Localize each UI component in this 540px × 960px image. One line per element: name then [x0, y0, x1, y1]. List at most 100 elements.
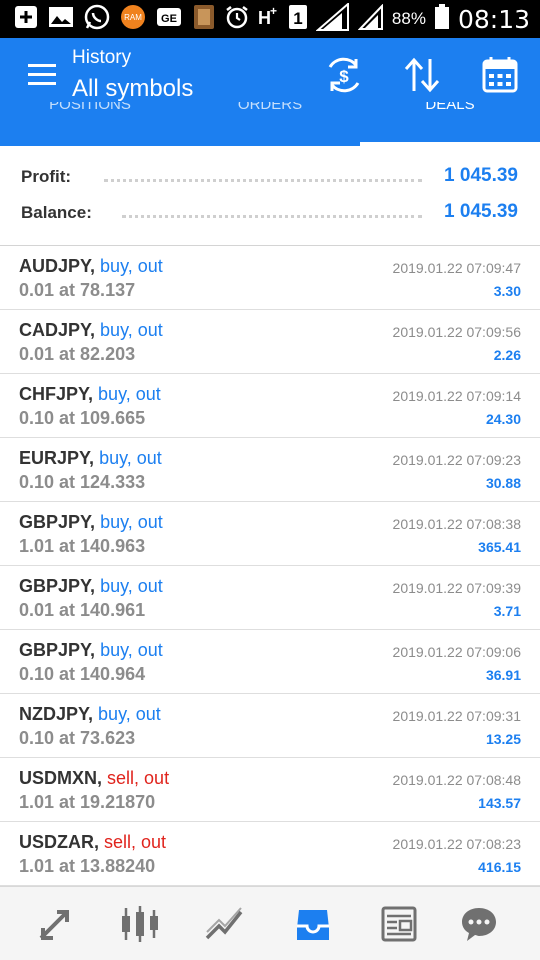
deal-time: 2019.01.22 07:08:23: [392, 836, 521, 852]
deal-row[interactable]: GBPJPY, buy, out 0.10 at 140.964 2019.01…: [0, 630, 540, 694]
history-inbox-icon[interactable]: [271, 887, 355, 960]
summary-panel: Profit: 1 045.39 Balance: 1 045.39: [0, 146, 540, 246]
book-icon: [192, 4, 216, 35]
deal-time: 2019.01.22 07:08:38: [392, 516, 521, 532]
page-title[interactable]: All symbols: [72, 75, 193, 103]
tab-label: ORDERS: [237, 102, 303, 113]
deal-row[interactable]: AUDJPY, buy, out 0.01 at 78.137 2019.01.…: [0, 246, 540, 310]
deal-time: 2019.01.22 07:08:48: [392, 772, 521, 788]
clock: 08:13: [457, 4, 530, 34]
currency-exchange-icon[interactable]: $: [322, 55, 366, 95]
deal-profit: 13.25: [485, 731, 521, 747]
gallery-icon: [48, 5, 74, 34]
deal-profit: 3.71: [493, 603, 521, 619]
deal-time: 2019.01.22 07:09:14: [392, 388, 521, 404]
app-bar: History All symbols $ POSITIONS ORDERS D…: [0, 38, 540, 146]
deal-row[interactable]: CADJPY, buy, out 0.01 at 82.203 2019.01.…: [0, 310, 540, 374]
deal-symbol: AUDJPY,: [19, 256, 96, 276]
svg-text:+: +: [270, 4, 277, 18]
deal-profit: 3.30: [493, 283, 521, 299]
balance-label: Balance:: [21, 203, 92, 222]
whatsapp-icon: [84, 4, 110, 35]
add-icon: [14, 5, 38, 34]
deal-profit: 143.57: [478, 795, 521, 811]
profit-value: 1 045.39: [444, 165, 518, 186]
deal-volume-price: 0.10 at 73.623: [19, 728, 136, 748]
deal-row[interactable]: CHFJPY, buy, out 0.10 at 109.665 2019.01…: [0, 374, 540, 438]
trade-arrows-icon[interactable]: [13, 887, 97, 960]
calendar-icon[interactable]: [478, 55, 522, 95]
deal-symbol: GBPJPY,: [19, 640, 96, 660]
deal-row[interactable]: EURJPY, buy, out 0.10 at 124.333 2019.01…: [0, 438, 540, 502]
battery-percent: 88%: [391, 9, 426, 28]
deal-row[interactable]: NZDJPY, buy, out 0.10 at 73.623 2019.01.…: [0, 694, 540, 758]
deal-volume-price: 0.10 at 124.333: [19, 472, 146, 492]
deal-row[interactable]: GBPJPY, buy, out 0.01 at 140.961 2019.01…: [0, 566, 540, 630]
deal-volume-price: 0.01 at 78.137: [19, 280, 136, 300]
news-icon[interactable]: [357, 887, 441, 960]
bottom-navigation: [0, 886, 540, 960]
deal-symbol: GBPJPY,: [19, 512, 96, 532]
profit-row: Profit: 1 045.39: [0, 163, 540, 193]
battery-icon: [434, 3, 450, 35]
deal-profit: 2.26: [493, 347, 521, 363]
tab-positions[interactable]: POSITIONS: [0, 102, 180, 146]
deal-profit: 24.30: [485, 411, 521, 427]
status-bar: RAM GE H + 1 88% 08:13: [0, 0, 540, 38]
deal-time: 2019.01.22 07:09:23: [392, 452, 521, 468]
deal-direction: sell, out: [104, 832, 167, 852]
deal-symbol: CADJPY,: [19, 320, 96, 340]
deal-row[interactable]: USDZAR, sell, out 1.01 at 13.88240 2019.…: [0, 822, 540, 886]
chat-icon[interactable]: [437, 887, 521, 960]
deal-profit: 30.88: [485, 475, 521, 491]
deal-symbol: GBPJPY,: [19, 576, 96, 596]
deal-symbol: EURJPY,: [19, 448, 95, 468]
svg-text:GE: GE: [161, 13, 177, 25]
deal-time: 2019.01.22 07:09:06: [392, 644, 521, 660]
deal-profit: 365.41: [478, 539, 521, 555]
deal-direction: buy, out: [99, 448, 162, 468]
deal-row[interactable]: GBPJPY, buy, out 1.01 at 140.963 2019.01…: [0, 502, 540, 566]
profit-label: Profit:: [21, 167, 72, 186]
sort-icon[interactable]: [400, 55, 444, 95]
deal-row[interactable]: USDMXN, sell, out 1.01 at 19.21870 2019.…: [0, 758, 540, 822]
tab-orders[interactable]: ORDERS: [180, 102, 360, 146]
tab-label: DEALS: [425, 102, 475, 113]
balance-row: Balance: 1 045.39: [0, 199, 540, 229]
tab-deals[interactable]: DEALS: [360, 102, 540, 146]
signal-strength-icon: [315, 1, 350, 36]
deal-direction: buy, out: [100, 640, 163, 660]
deal-volume-price: 1.01 at 140.963: [19, 536, 146, 556]
page-subtitle: History: [72, 47, 132, 68]
deal-direction: sell, out: [107, 768, 170, 788]
ram-booster-icon: RAM: [120, 4, 146, 35]
deal-volume-price: 0.10 at 140.964: [19, 664, 146, 684]
line-chart-icon[interactable]: [183, 887, 267, 960]
deal-volume-price: 1.01 at 19.21870: [19, 792, 156, 812]
deal-time: 2019.01.22 07:09:47: [392, 260, 521, 276]
deal-direction: buy, out: [100, 576, 163, 596]
deal-volume-price: 0.01 at 82.203: [19, 344, 136, 364]
tab-bar: POSITIONS ORDERS DEALS: [0, 102, 540, 146]
deal-profit: 36.91: [485, 667, 521, 683]
deal-direction: buy, out: [100, 256, 163, 276]
ge-app-icon: GE: [156, 6, 182, 33]
deal-time: 2019.01.22 07:09:39: [392, 580, 521, 596]
deal-time: 2019.01.22 07:09:56: [392, 324, 521, 340]
tab-label: POSITIONS: [49, 102, 131, 113]
data-hplus-icon: H +: [258, 4, 280, 35]
deal-symbol: USDMXN,: [19, 768, 103, 788]
deal-volume-price: 1.01 at 13.88240: [19, 856, 156, 876]
dotted-leader: [104, 179, 422, 182]
deal-direction: buy, out: [98, 384, 161, 404]
deal-profit: 416.15: [478, 859, 521, 875]
alarm-icon: [224, 4, 250, 35]
deal-time: 2019.01.22 07:09:31: [392, 708, 521, 724]
candlestick-chart-icon[interactable]: [98, 887, 182, 960]
menu-icon[interactable]: [28, 64, 56, 86]
deal-direction: buy, out: [98, 704, 161, 724]
dotted-leader: [122, 215, 422, 218]
balance-value: 1 045.39: [444, 201, 518, 222]
deal-symbol: CHFJPY,: [19, 384, 94, 404]
deal-volume-price: 0.01 at 140.961: [19, 600, 146, 620]
